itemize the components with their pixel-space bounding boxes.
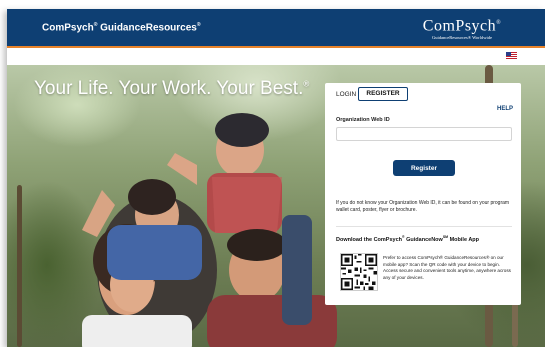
qr-code-icon [340,253,378,291]
help-link[interactable]: HELP [497,106,513,112]
brand-logo-text: ComPsych® [415,14,509,35]
app-name-product: GuidanceResources [97,22,197,34]
hero-headline-mark: ® [303,79,310,89]
app-heading-part3: Mobile App [448,236,480,243]
app-name-mark2: ® [196,22,201,28]
app-download-heading: Download the ComPsych® GuidanceNowSM Mob… [336,235,516,243]
app-name: ComPsych® GuidanceResources® [42,22,201,33]
org-id-help-text: If you do not know your Organization Web… [336,200,510,213]
register-button[interactable]: Register [393,160,455,176]
tab-register[interactable]: REGISTER [358,87,408,101]
language-bar [7,48,545,65]
brand-logo-word: ComPsych [422,17,497,35]
brand-logo[interactable]: ComPsych® GuidanceResources® Worldwide [415,14,509,41]
org-id-input[interactable] [336,127,512,141]
login-panel: LOGIN REGISTER HELP Organization Web ID … [325,83,521,305]
app-heading-part1: Download the ComPsych [336,236,403,243]
hero-image: Your Life. Your Work. Your Best.® LOGIN … [7,65,545,347]
app-download-text: Prefer to access ComPsych® GuidanceResou… [383,255,511,280]
app-name-brand: ComPsych [42,22,94,34]
us-flag-icon[interactable] [506,52,517,59]
app-window: ComPsych® GuidanceResources® ComPsych® G… [7,9,545,347]
tab-login[interactable]: LOGIN [336,91,356,98]
brand-logo-mark: ® [496,20,502,26]
panel-divider [336,226,512,227]
app-heading-part2: GuidanceNow [404,236,443,243]
org-id-label: Organization Web ID [336,117,390,123]
brand-subtitle: GuidanceResources® Worldwide [431,35,493,41]
hero-headline-text: Your Life. Your Work. Your Best. [34,78,304,99]
hero-headline: Your Life. Your Work. Your Best.® [34,78,309,100]
header-bar: ComPsych® GuidanceResources® ComPsych® G… [7,9,545,46]
